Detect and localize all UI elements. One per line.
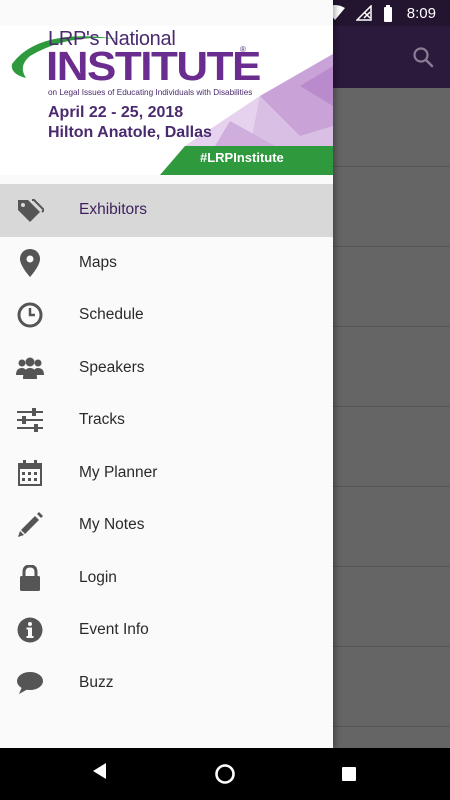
menu-item-exhibitors[interactable]: Exhibitors: [0, 184, 333, 237]
banner-dates: April 22 - 25, 2018: [48, 104, 184, 121]
speech-bubble-icon: [16, 669, 44, 697]
menu-item-event-info[interactable]: Event Info: [0, 604, 333, 657]
map-pin-icon: [16, 248, 44, 277]
battery-icon: [383, 4, 393, 22]
menu-label: Maps: [79, 253, 117, 271]
menu-label: My Planner: [79, 463, 158, 481]
menu-label: Buzz: [79, 673, 114, 691]
pencil-icon: [16, 511, 44, 539]
status-clock: 8:09: [406, 4, 436, 22]
clock-icon: [16, 301, 44, 329]
info-icon: [16, 616, 44, 644]
back-icon[interactable]: [92, 762, 108, 785]
calendar-icon: [16, 459, 44, 487]
menu-label: My Notes: [79, 516, 145, 534]
menu-label: Event Info: [79, 621, 149, 639]
banner-hashtag: #LRPInstitute: [200, 150, 284, 165]
menu-label: Speakers: [79, 358, 145, 376]
menu-label: Tracks: [79, 411, 125, 429]
sliders-icon: [16, 406, 44, 434]
search-icon[interactable]: [412, 46, 434, 73]
recents-icon[interactable]: [342, 767, 356, 786]
menu-item-my-notes[interactable]: My Notes: [0, 499, 333, 552]
menu-item-my-planner[interactable]: My Planner: [0, 447, 333, 500]
menu-item-tracks[interactable]: Tracks: [0, 394, 333, 447]
registered-mark: ®: [240, 45, 246, 54]
banner-subtitle: on Legal Issues of Educating Individuals…: [48, 88, 253, 97]
menu-item-maps[interactable]: Maps: [0, 237, 333, 290]
menu-item-buzz[interactable]: Buzz: [0, 657, 333, 710]
navigation-drawer: LRP's National INSTITUTE ® on Legal Issu…: [0, 0, 333, 748]
home-icon[interactable]: [214, 763, 236, 790]
menu-label: Login: [79, 568, 117, 586]
no-signal-icon: [355, 5, 372, 21]
menu-item-speakers[interactable]: Speakers: [0, 342, 333, 395]
menu-item-login[interactable]: Login: [0, 552, 333, 605]
tags-icon: [16, 196, 44, 224]
banner-title: INSTITUTE: [46, 44, 261, 90]
menu-label: Schedule: [79, 306, 144, 324]
drawer-menu: Exhibitors Maps Schedule Speakers Tracks: [0, 184, 333, 709]
banner-venue: Hilton Anatole, Dallas: [48, 124, 212, 141]
people-icon: [16, 354, 44, 382]
system-nav-bar: [0, 748, 450, 800]
menu-label: Exhibitors: [79, 201, 148, 219]
menu-item-schedule[interactable]: Schedule: [0, 289, 333, 342]
lock-icon: [16, 564, 44, 592]
event-banner: LRP's National INSTITUTE ® on Legal Issu…: [0, 26, 333, 175]
